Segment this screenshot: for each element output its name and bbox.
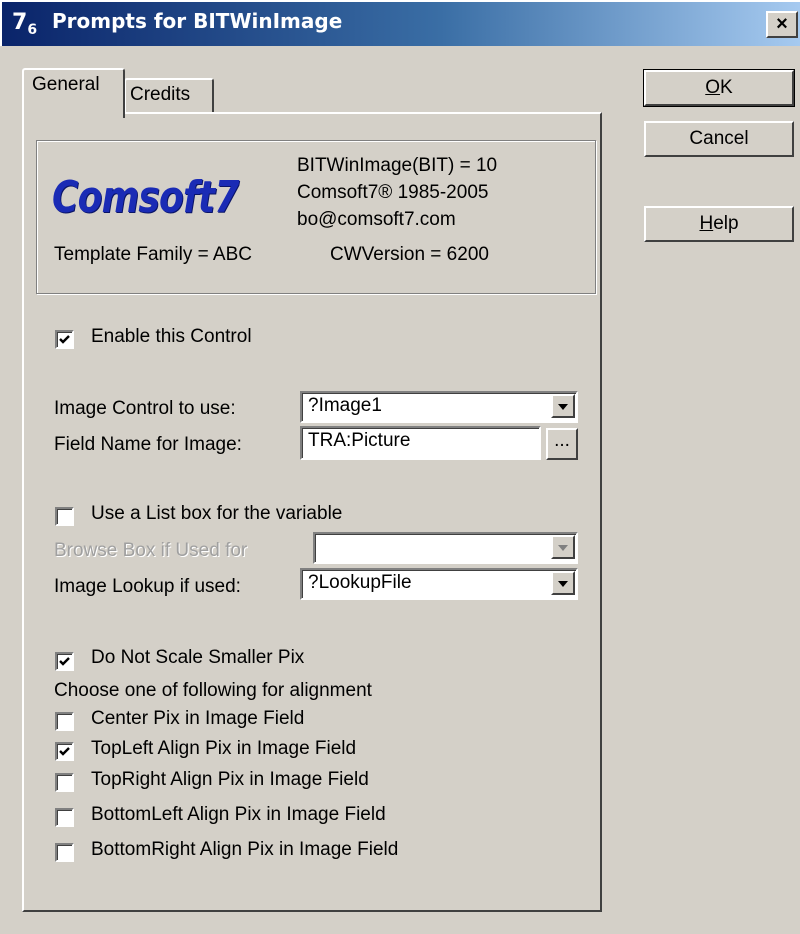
align-center-label: Center Pix in Image Field <box>91 708 305 729</box>
enable-control-checkbox[interactable] <box>55 330 74 349</box>
field-name-label: Field Name for Image: <box>54 434 242 455</box>
align-topleft-label: TopLeft Align Pix in Image Field <box>91 738 357 759</box>
checkmark-icon <box>59 657 70 666</box>
email-line: bo@comsoft7.com <box>297 209 456 230</box>
image-lookup-label: Image Lookup if used: <box>54 576 241 597</box>
ok-button[interactable]: OK <box>643 69 795 107</box>
browse-ellipsis-button[interactable]: ... <box>546 428 578 460</box>
cw-version-text: CWVersion = 6200 <box>330 244 489 265</box>
align-bottomleft-checkbox[interactable] <box>55 808 74 827</box>
alignment-instruction: Choose one of following for alignment <box>54 680 372 701</box>
tab-credits[interactable]: Credits <box>124 78 214 114</box>
align-topright-label: TopRight Align Pix in Image Field <box>91 769 369 790</box>
chevron-down-icon[interactable] <box>551 394 575 418</box>
template-family-text: Template Family = ABC <box>54 244 252 265</box>
field-name-input[interactable]: TRA:Picture <box>300 426 541 460</box>
enable-control-label: Enable this Control <box>91 326 252 347</box>
no-scale-checkbox[interactable] <box>55 652 74 671</box>
use-listbox-checkbox[interactable] <box>55 507 74 526</box>
tab-general[interactable]: General <box>22 68 125 118</box>
align-topleft-checkbox[interactable] <box>55 742 74 761</box>
version-line: BITWinImage(BIT) = 10 <box>297 155 498 176</box>
image-lookup-value: ?LookupFile <box>308 572 412 593</box>
align-bottomleft-label: BottomLeft Align Pix in Image Field <box>91 804 386 825</box>
image-lookup-combo[interactable]: ?LookupFile <box>300 568 578 600</box>
app-icon: 76 <box>12 10 38 38</box>
no-scale-label: Do Not Scale Smaller Pix <box>91 647 305 668</box>
align-topright-checkbox[interactable] <box>55 773 74 792</box>
browse-box-label: Browse Box if Used for <box>54 540 248 561</box>
checkmark-icon <box>59 335 70 344</box>
align-bottomright-label: BottomRight Align Pix in Image Field <box>91 839 399 860</box>
window-title: Prompts for BITWinImage <box>52 9 343 33</box>
use-listbox-label: Use a List box for the variable <box>91 503 343 524</box>
image-control-label: Image Control to use: <box>54 398 236 419</box>
align-center-checkbox[interactable] <box>55 712 74 731</box>
close-button[interactable]: × <box>766 11 798 38</box>
image-control-combo[interactable]: ?Image1 <box>300 391 578 423</box>
comsoft7-logo: Comsoft7 <box>52 172 239 223</box>
cancel-button[interactable]: Cancel <box>644 121 794 157</box>
image-control-value: ?Image1 <box>308 395 382 416</box>
chevron-down-icon <box>551 535 575 559</box>
copyright-line: Comsoft7® 1985-2005 <box>297 182 489 203</box>
close-icon: × <box>776 13 788 35</box>
align-bottomright-checkbox[interactable] <box>55 843 74 862</box>
browse-box-combo <box>313 532 578 564</box>
help-button[interactable]: Help <box>644 206 794 242</box>
chevron-down-icon[interactable] <box>551 571 575 595</box>
checkmark-icon <box>59 747 70 756</box>
